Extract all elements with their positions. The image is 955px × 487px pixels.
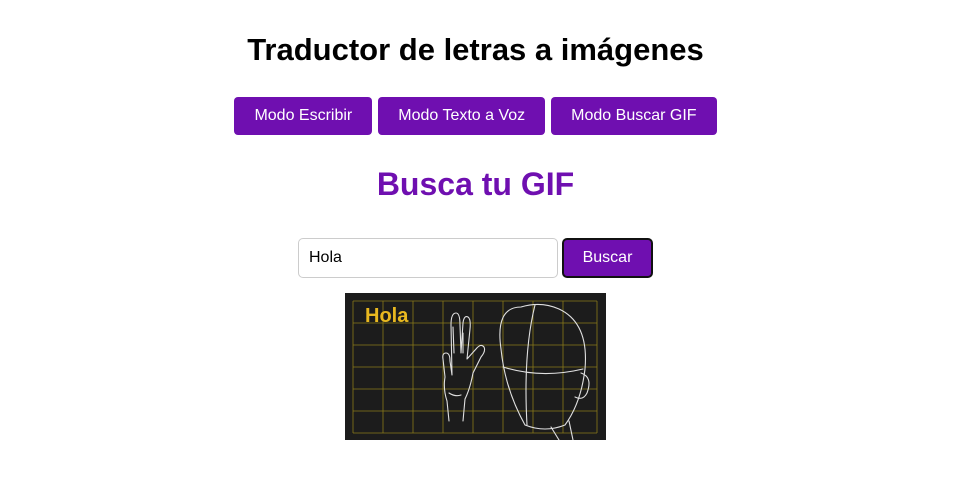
mode-search-gif-button[interactable]: Modo Buscar GIF — [551, 97, 717, 135]
mode-text-to-speech-button[interactable]: Modo Texto a Voz — [378, 97, 546, 135]
head-figure-icon — [499, 303, 590, 440]
gif-search-input[interactable] — [298, 238, 558, 278]
mode-bar: Modo Escribir Modo Texto a Voz Modo Busc… — [0, 97, 951, 135]
gif-result-image: Hola — [345, 293, 606, 440]
gif-search-form: Buscar — [298, 238, 653, 278]
gif-caption: Hola — [365, 305, 409, 327]
mode-write-button[interactable]: Modo Escribir — [234, 97, 373, 135]
page-title: Traductor de letras a imágenes — [247, 32, 704, 67]
search-button[interactable]: Buscar — [562, 238, 653, 278]
section-title: Busca tu GIF — [376, 166, 575, 202]
